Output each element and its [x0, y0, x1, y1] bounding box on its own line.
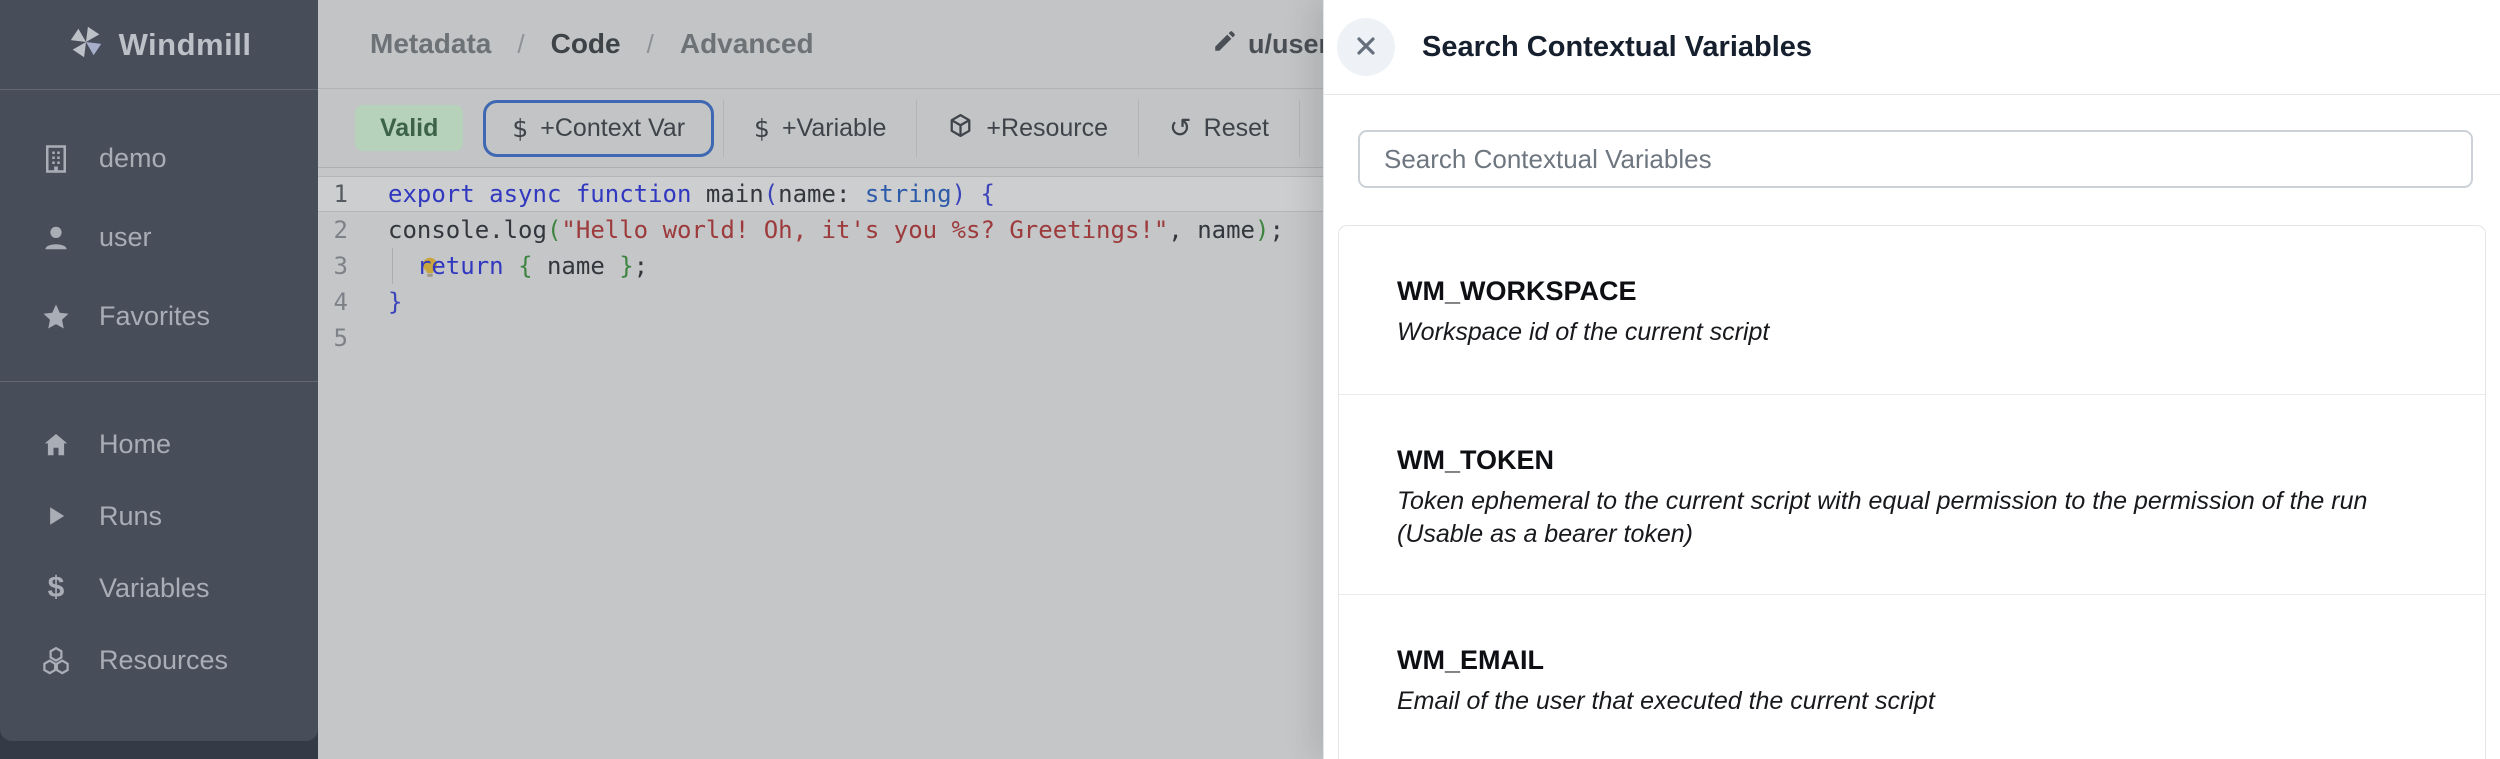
line-number: 3: [318, 248, 348, 284]
sidebar-item-user[interactable]: user: [0, 198, 318, 277]
tab-separator: /: [517, 29, 524, 60]
breadcrumb-tabs: Metadata / Code / Advanced: [370, 28, 814, 60]
sidebar-item-label: Favorites: [99, 301, 210, 332]
sidebar-item-runs[interactable]: Runs: [0, 480, 318, 552]
button-label: Reset: [1204, 114, 1269, 143]
line-number: 1: [318, 176, 348, 212]
sidebar-workspace-group: demo user: [0, 90, 318, 356]
sidebar-item-demo[interactable]: demo: [0, 119, 318, 198]
list-item-wm-workspace[interactable]: WM_WORKSPACE Workspace id of the current…: [1339, 226, 2485, 394]
drawer-title: Search Contextual Variables: [1422, 31, 1812, 64]
button-label: +Variable: [782, 114, 886, 143]
star-icon: [40, 302, 72, 332]
sidebar-item-home[interactable]: Home: [0, 408, 318, 480]
sidebar-item-favorites[interactable]: Favorites: [0, 277, 318, 356]
add-context-var-button[interactable]: $ +Context Var: [483, 100, 714, 157]
line-number: 5: [318, 320, 348, 356]
variable-description: Workspace id of the current script: [1397, 316, 2425, 349]
reset-button[interactable]: ↺ Reset: [1139, 100, 1299, 157]
button-label: +Resource: [986, 114, 1108, 143]
logo-text: Windmill: [119, 27, 252, 63]
close-icon: [1353, 33, 1379, 62]
dollar-icon: $: [40, 571, 72, 605]
add-resource-button[interactable]: +Resource: [917, 100, 1138, 157]
valid-status-badge: Valid: [355, 105, 463, 151]
tab-separator: /: [647, 29, 654, 60]
sidebar-item-variables[interactable]: $ Variables: [0, 552, 318, 624]
windmill-icon: [67, 23, 105, 66]
indent-guide: [392, 248, 393, 284]
play-icon: [40, 502, 72, 530]
sidebar-panel: Windmill demo: [0, 0, 318, 741]
variable-description: Token ephemeral to the current script wi…: [1397, 485, 2425, 551]
windmill-app: Windmill demo: [0, 0, 2500, 759]
toolbar-buttons: $ +Context Var $ +Variable +: [483, 100, 1300, 157]
add-variable-button[interactable]: $ +Variable: [724, 100, 916, 157]
sidebar-item-label: Runs: [99, 501, 162, 532]
drawer-header: Search Contextual Variables: [1324, 0, 2500, 95]
sidebar-item-label: demo: [99, 143, 167, 174]
sidebar-nav-group: Home Runs $ Variables: [0, 382, 318, 696]
search-contextual-variables-input[interactable]: [1358, 130, 2473, 188]
dollar-icon: $: [512, 114, 528, 143]
contextual-variables-list: WM_WORKSPACE Workspace id of the current…: [1338, 225, 2486, 759]
user-icon: [40, 223, 72, 253]
variable-name: WM_WORKSPACE: [1397, 276, 2425, 307]
close-drawer-button[interactable]: [1337, 18, 1395, 76]
dollar-icon: $: [754, 114, 770, 143]
sidebar-item-label: Resources: [99, 645, 228, 676]
sidebar-item-label: Variables: [99, 573, 210, 604]
line-number: 4: [318, 284, 348, 320]
lightbulb-icon[interactable]: [360, 217, 384, 241]
cubes-icon: [40, 645, 72, 675]
building-icon: [40, 144, 72, 174]
tab-code[interactable]: Code: [551, 28, 621, 60]
list-item-wm-email[interactable]: WM_EMAIL Email of the user that executed…: [1339, 594, 2485, 759]
tab-advanced[interactable]: Advanced: [680, 28, 814, 60]
tab-metadata[interactable]: Metadata: [370, 28, 491, 60]
pencil-icon: [1212, 28, 1238, 61]
variable-name: WM_EMAIL: [1397, 645, 2425, 676]
cube-icon: [947, 112, 974, 145]
windmill-logo[interactable]: Windmill: [0, 0, 318, 90]
home-icon: [40, 429, 72, 459]
sidebar-item-label: Home: [99, 429, 171, 460]
line-number: 2: [318, 212, 348, 248]
toolbar-divider: [1299, 100, 1300, 157]
variable-name: WM_TOKEN: [1397, 445, 2425, 476]
list-item-wm-token[interactable]: WM_TOKEN Token ephemeral to the current …: [1339, 394, 2485, 594]
variable-description: Email of the user that executed the curr…: [1397, 685, 2425, 718]
sidebar-item-resources[interactable]: Resources: [0, 624, 318, 696]
contextual-variables-drawer: Search Contextual Variables WM_WORKSPACE…: [1323, 0, 2500, 759]
sidebar-item-label: user: [99, 222, 152, 253]
button-label: +Context Var: [540, 114, 685, 143]
reset-icon: ↺: [1169, 113, 1192, 144]
sidebar: Windmill demo: [0, 0, 318, 759]
